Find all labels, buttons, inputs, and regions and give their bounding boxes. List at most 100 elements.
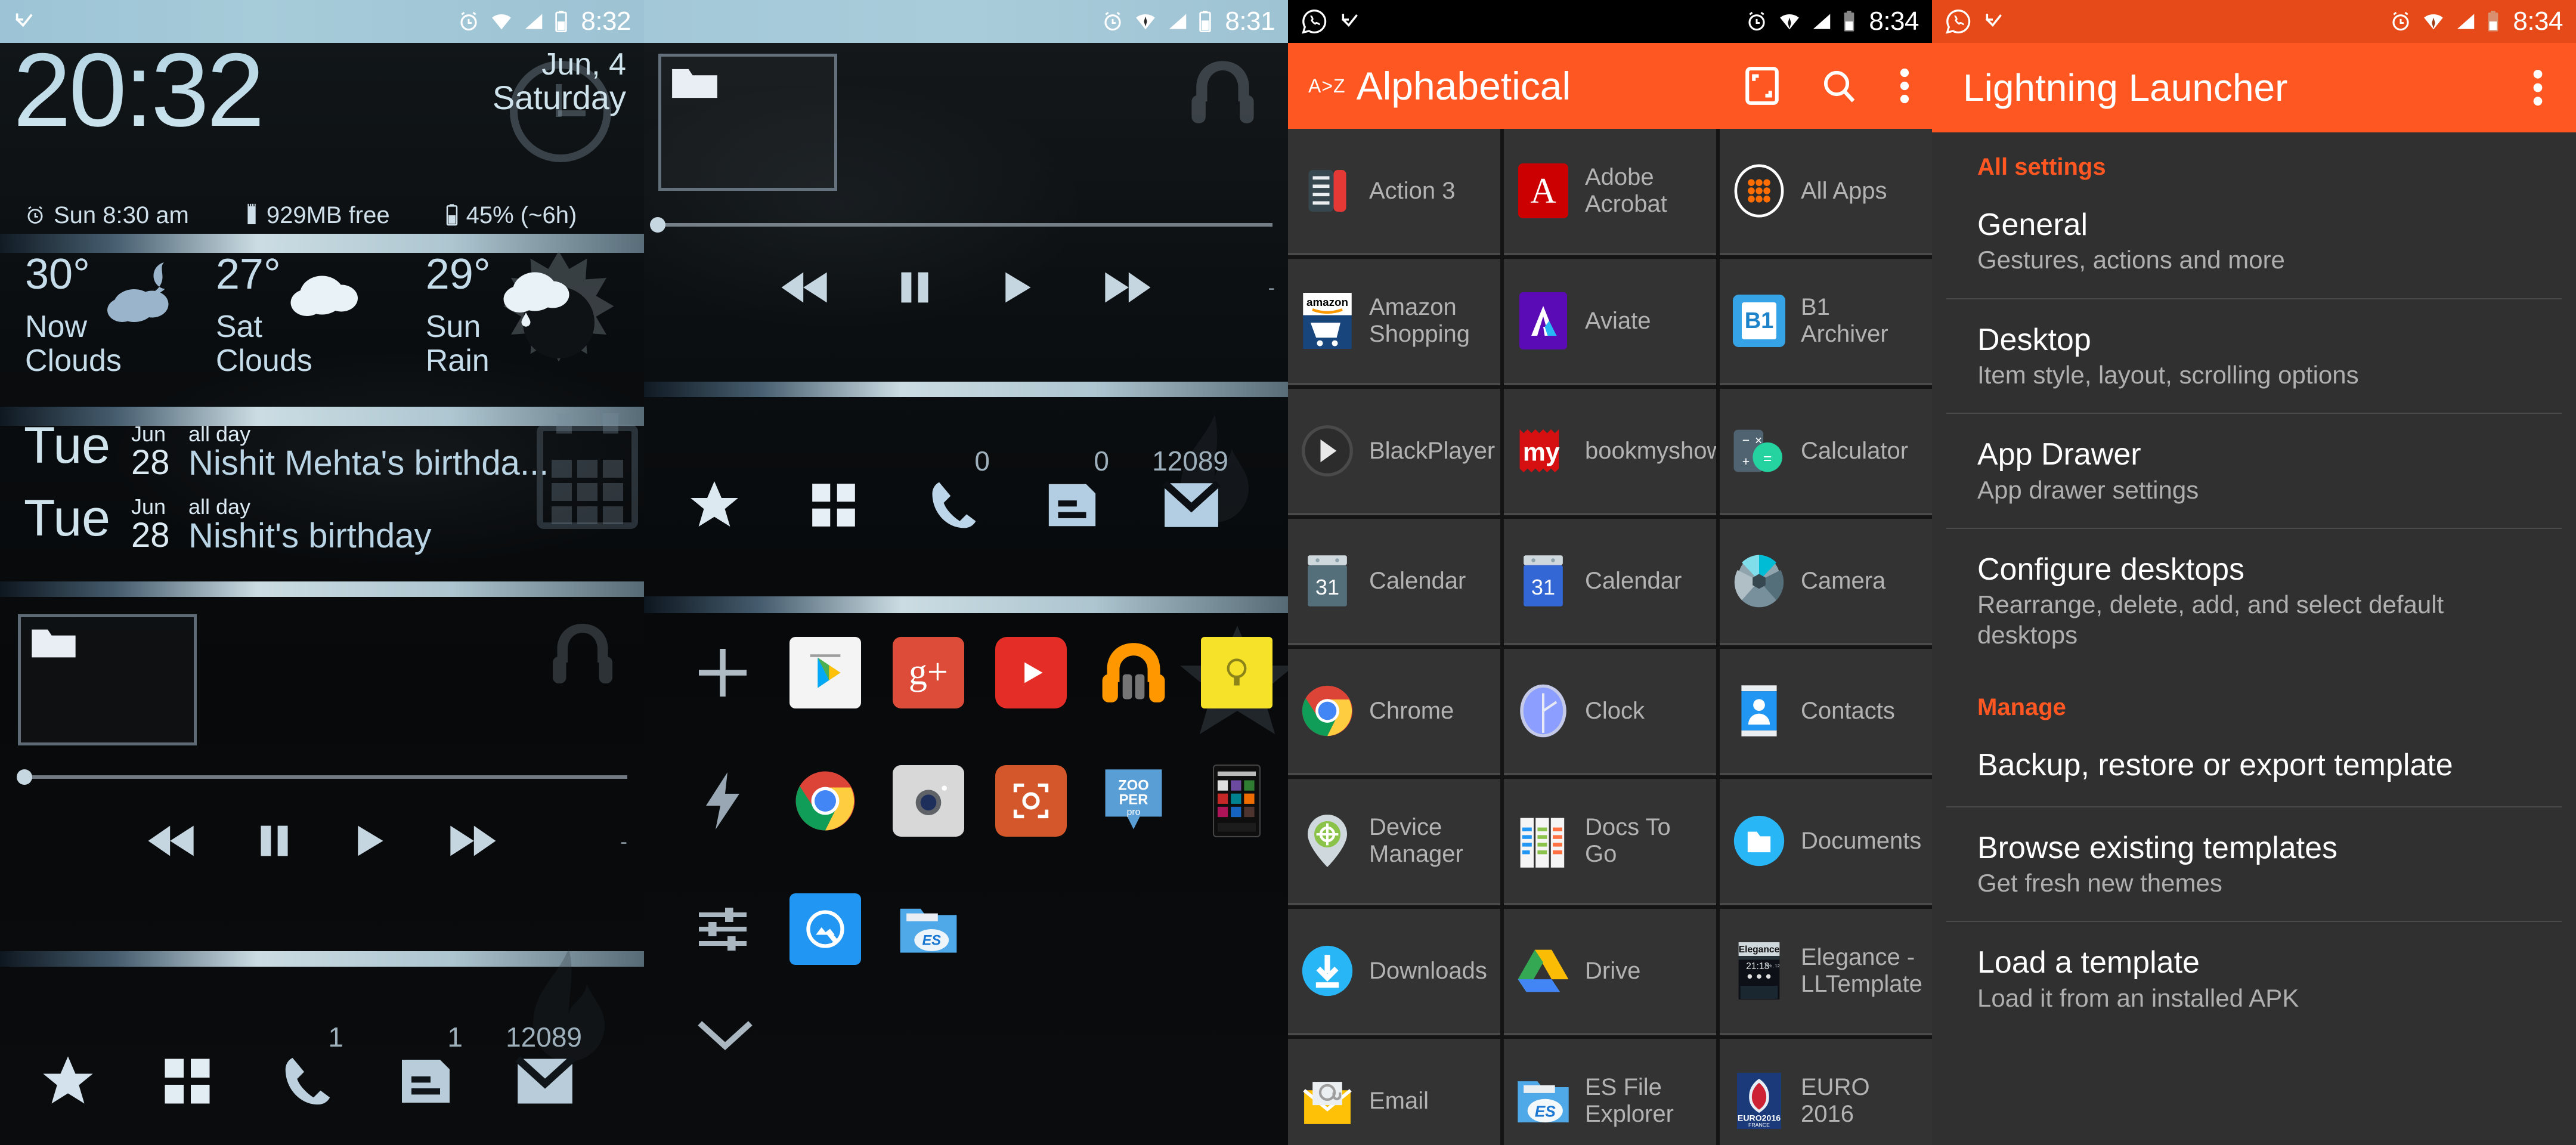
dock-item-phone[interactable]: 0 [915, 445, 991, 538]
overflow-menu-icon[interactable] [2531, 67, 2545, 108]
app-shortcut[interactable] [774, 893, 877, 965]
dock-item-mail[interactable]: 12089 [506, 1022, 583, 1114]
pause-icon[interactable] [256, 822, 293, 859]
row-action-add[interactable] [671, 644, 774, 701]
skip-previous-icon[interactable] [146, 822, 197, 859]
seek-knob[interactable] [650, 217, 665, 233]
reply-icon [1985, 14, 2002, 27]
skip-next-icon[interactable] [447, 822, 498, 859]
overflow-menu-icon[interactable] [1897, 66, 1912, 106]
dock-item-messages[interactable]: 1 [388, 1022, 464, 1114]
app-label: ES File Explorer [1585, 1074, 1674, 1127]
sort-mode-label[interactable]: A>Z [1308, 75, 1346, 97]
blackplayer-icon [1299, 422, 1356, 479]
settings-item-title: Load a template [1977, 945, 2200, 980]
app-list-item[interactable]: Chrome [1288, 649, 1500, 775]
app-list-item[interactable]: − × + = Calculator [1720, 389, 1932, 515]
calendar-widget[interactable]: Tue Jun 28 all day Nishit Mehta's birthd… [0, 406, 644, 584]
seek-knob[interactable] [17, 769, 32, 785]
app-shortcut[interactable]: ZOO PER pro [1082, 765, 1185, 837]
settings-item[interactable]: Desktop Item style, layout, scrolling opt… [1932, 299, 2576, 413]
calendar-grey-icon: 31 [1299, 552, 1356, 609]
app-list-item[interactable]: B1 B1 Archiver [1720, 259, 1932, 385]
media-dash-label: - [620, 829, 627, 853]
device-manager-icon [1299, 812, 1356, 869]
messages-badge: 0 [1094, 445, 1109, 476]
app-shortcut[interactable] [877, 765, 980, 837]
app-list-item[interactable]: Documents [1720, 779, 1932, 905]
svg-text:Elegance: Elegance [1739, 945, 1780, 955]
app-list-item[interactable]: 31 Calendar [1288, 519, 1500, 645]
stat-alarm-text: Sun 8:30 am [54, 202, 189, 228]
alarm-icon [2392, 11, 2409, 31]
play-icon[interactable] [999, 269, 1036, 306]
screen-recorder-icon [995, 765, 1067, 837]
media-seekbar[interactable] [650, 217, 1272, 233]
play-icon[interactable] [351, 822, 388, 859]
app-list-item[interactable]: Clock [1504, 649, 1716, 775]
dock-item-apps[interactable] [795, 472, 872, 538]
app-row-collapse [644, 993, 1288, 1076]
event-weekday: Tue [24, 490, 110, 547]
app-shortcut[interactable] [774, 636, 877, 708]
aviate-icon [1515, 292, 1572, 349]
dock-item-favorites[interactable] [30, 1048, 106, 1114]
plus-icon [699, 648, 747, 697]
row-action-collapse[interactable] [671, 1016, 779, 1054]
app-list-item[interactable]: Device Manager [1288, 779, 1500, 905]
skip-previous-icon[interactable] [779, 269, 831, 306]
app-shortcut[interactable]: ES [877, 893, 980, 965]
app-list-item[interactable]: Downloads [1288, 909, 1500, 1035]
app-shortcut[interactable] [1185, 764, 1288, 837]
app-list-item[interactable]: Contacts [1720, 649, 1932, 775]
row-action-lightning[interactable] [671, 770, 774, 832]
app-list-item[interactable]: EURO2016 FRANCE EURO 2016 [1720, 1039, 1932, 1145]
settings-item[interactable]: Load a template Load it from an installed… [1932, 922, 2576, 1036]
search-icon[interactable] [1820, 67, 1858, 105]
dock-item-favorites[interactable] [676, 472, 753, 538]
app-list-item[interactable]: A Adobe Acrobat [1504, 129, 1716, 255]
app-list-item[interactable]: Camera [1720, 519, 1932, 645]
app-list-item[interactable]: All Apps [1720, 129, 1932, 255]
weather-widget[interactable]: 30° Now Clouds 27° Sat Clouds 29° Sun Ra… [0, 234, 644, 407]
app-list-item[interactable]: BlackPlayer [1288, 389, 1500, 515]
app-list-item[interactable]: Aviate [1504, 259, 1716, 385]
settings-item[interactable]: Backup, restore or export template [1932, 725, 2576, 806]
settings-item[interactable]: App Drawer App drawer settings [1932, 414, 2576, 528]
skip-next-icon[interactable] [1101, 269, 1153, 306]
dock-item-phone[interactable]: 1 [268, 1022, 345, 1114]
weather-sat: 27° Sat Clouds [216, 253, 358, 377]
weather-now-cond: Clouds [25, 343, 122, 378]
settings-item[interactable]: Browse existing templates Get fresh new t… [1932, 807, 2576, 921]
app-list-item[interactable]: amazon Amazon Shopping [1288, 259, 1500, 385]
app-list-item[interactable]: 31 Calendar [1504, 519, 1716, 645]
app-shortcut[interactable] [774, 765, 877, 837]
app-list-item[interactable]: Drive [1504, 909, 1716, 1035]
dock-item-messages[interactable]: 0 [1034, 445, 1110, 538]
mail-icon [515, 1056, 575, 1104]
pause-icon[interactable] [896, 269, 933, 306]
app-shortcut[interactable] [980, 765, 1082, 837]
dock-p2: 0 0 12089 [644, 414, 1288, 608]
all-apps-icon [1730, 162, 1788, 219]
media-seekbar[interactable] [17, 769, 627, 785]
media-player-widget[interactable]: - [644, 43, 1288, 377]
app-list-item[interactable]: Action 3 [1288, 129, 1500, 255]
resize-icon[interactable] [1744, 66, 1781, 106]
app-list-item[interactable]: Elegance 21:13 Feb, 12 Elegance - LLTemplat… [1720, 909, 1932, 1035]
app-list-item[interactable]: Docs To Go [1504, 779, 1716, 905]
settings-item[interactable]: Configure desktops Rearrange, delete, add… [1932, 529, 2576, 673]
settings-item[interactable]: General Gestures, actions and more [1932, 184, 2576, 298]
app-shortcut[interactable]: g+ [877, 636, 980, 708]
clock-widget[interactable]: 20:32 Jun, 4 Saturday [0, 38, 644, 198]
dock-item-apps[interactable] [149, 1048, 225, 1114]
stat-battery-text: 45% (~6h) [466, 202, 577, 228]
row-action-settings[interactable] [671, 900, 774, 958]
messages-badge: 1 [447, 1022, 463, 1053]
app-list-item[interactable]: my bookmyshow [1504, 389, 1716, 515]
media-player-widget[interactable]: - [0, 596, 644, 877]
app-shortcut[interactable] [980, 636, 1082, 708]
app-list-item[interactable]: Email [1288, 1039, 1500, 1145]
app-list-item[interactable]: ES ES File Explorer [1504, 1039, 1716, 1145]
dock-item-mail[interactable]: 12089 [1152, 445, 1230, 538]
